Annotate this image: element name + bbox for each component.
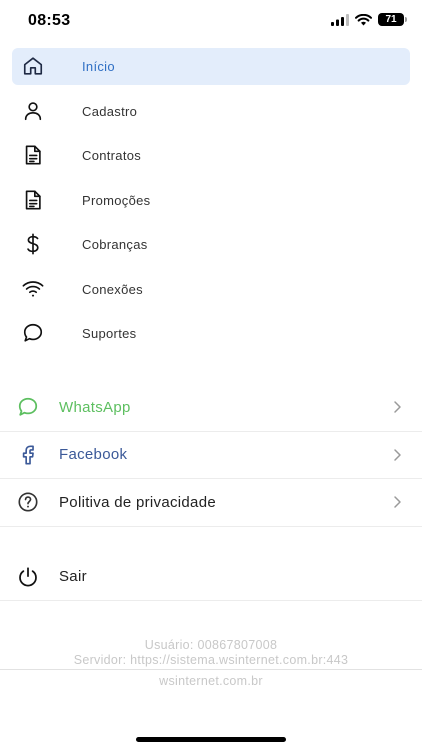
menu-item-label: Início: [82, 59, 115, 74]
menu-item-label: Contratos: [82, 148, 142, 163]
facebook-icon: [22, 445, 34, 465]
status-time: 08:53: [28, 12, 71, 29]
menu-item-inicio[interactable]: Início: [12, 48, 410, 85]
menu-item-label: Conexões: [82, 281, 143, 297]
footer-info: Usuário: 00867807008 Servidor: https://s…: [0, 638, 422, 668]
footer-site: wsinternet.com.br: [159, 674, 263, 688]
dollar-icon: [27, 233, 39, 255]
power-icon: [19, 567, 37, 587]
home-icon: [23, 57, 43, 75]
wifi-icon: [22, 280, 44, 297]
signal-icon: [331, 13, 349, 26]
status-bar: 08:53 71: [0, 0, 422, 42]
menu-item-label: Promoções: [82, 192, 151, 208]
whatsapp-link[interactable]: WhatsApp: [0, 384, 422, 432]
privacy-policy-link[interactable]: Politiva de privacidade: [0, 479, 422, 527]
menu-item-promocoes[interactable]: Promoções: [12, 182, 410, 219]
privacy-policy-label: Politiva de privacidade: [59, 493, 216, 511]
whatsapp-label: WhatsApp: [59, 398, 131, 416]
status-icons: 71: [331, 13, 407, 26]
wifi-status-icon: [355, 13, 372, 25]
menu-item-cobrancas[interactable]: Cobranças: [12, 226, 410, 263]
menu-item-label: Cobranças: [82, 237, 148, 252]
menu-item-label: Cadastro: [82, 103, 138, 119]
battery-icon: 71: [378, 13, 407, 26]
chevron-right-icon: [394, 496, 401, 508]
chevron-right-icon: [394, 449, 401, 461]
menu-item-label: Suportes: [82, 326, 137, 341]
user-icon: [24, 101, 42, 120]
facebook-label: Facebook: [59, 446, 128, 464]
whatsapp-icon: [18, 398, 38, 416]
battery-level: 71: [385, 13, 397, 25]
question-circle-icon: [18, 492, 38, 512]
menu-item-conexoes[interactable]: Conexões: [12, 271, 410, 308]
chat-bubble-icon: [23, 323, 43, 342]
footer-user: Usuário: 00867807008: [144, 638, 278, 652]
menu-item-suportes[interactable]: Suportes: [12, 315, 410, 352]
battery-nub: [405, 17, 407, 22]
side-menu: Início Cadastro Contratos Promoções Cobr…: [12, 48, 410, 360]
facebook-link[interactable]: Facebook: [0, 432, 422, 479]
menu-item-contratos[interactable]: Contratos: [12, 137, 410, 174]
footer-divider: [0, 669, 422, 670]
external-links: WhatsApp Facebook Politiva de privacidad…: [0, 384, 422, 527]
document-icon: [25, 145, 41, 165]
document-icon: [25, 189, 41, 210]
logout-label: Sair: [59, 568, 87, 585]
footer-server: Servidor: https://sistema.wsinternet.com…: [73, 653, 349, 667]
chevron-right-icon: [394, 401, 401, 413]
logout-button[interactable]: Sair: [0, 553, 422, 601]
home-indicator: [136, 737, 286, 742]
menu-item-cadastro[interactable]: Cadastro: [12, 93, 410, 130]
